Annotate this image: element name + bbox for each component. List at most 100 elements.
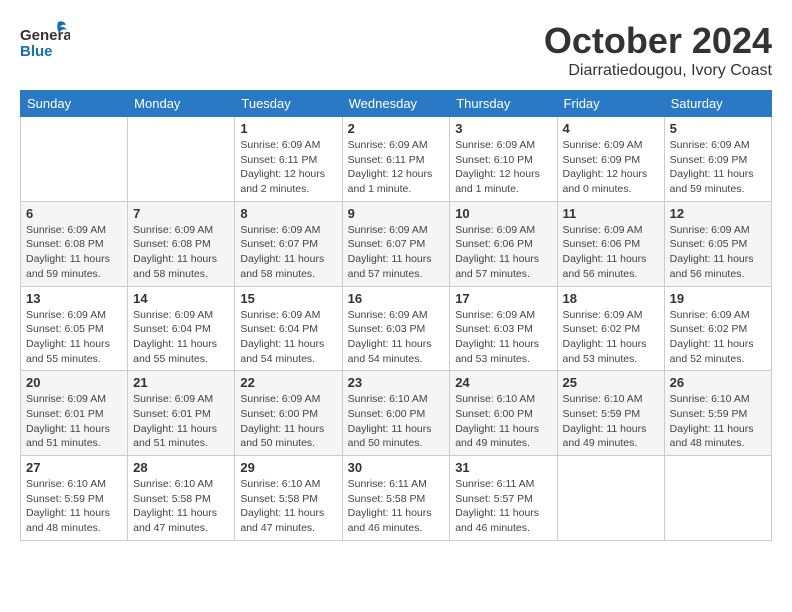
calendar-day-cell: 3 Sunrise: 6:09 AMSunset: 6:10 PMDaylight… [450, 117, 557, 202]
calendar-day-cell: 18 Sunrise: 6:09 AMSunset: 6:02 PMDayligh… [557, 286, 664, 371]
day-info: Sunrise: 6:10 AMSunset: 5:59 PMDaylight:… [26, 477, 122, 536]
day-info: Sunrise: 6:09 AMSunset: 6:11 PMDaylight:… [348, 138, 445, 197]
calendar-day-cell: 23 Sunrise: 6:10 AMSunset: 6:00 PMDayligh… [342, 371, 450, 456]
calendar-day-cell: 11Sunrise: 6:09 AMSunset: 6:06 PMDayligh… [557, 201, 664, 286]
day-info: Sunrise: 6:09 AMSunset: 6:05 PMDaylight:… [670, 223, 766, 282]
calendar-day-cell: 24 Sunrise: 6:10 AMSunset: 6:00 PMDayligh… [450, 371, 557, 456]
weekday-header-cell: Wednesday [342, 91, 450, 117]
calendar-day-cell: 7 Sunrise: 6:09 AMSunset: 6:08 PMDaylight… [128, 201, 235, 286]
day-info: Sunrise: 6:10 AMSunset: 6:00 PMDaylight:… [455, 392, 551, 451]
day-info: Sunrise: 6:09 AMSunset: 6:07 PMDaylight:… [348, 223, 445, 282]
calendar-week-row: 20 Sunrise: 6:09 AMSunset: 6:01 PMDayligh… [21, 371, 772, 456]
calendar-week-row: 13Sunrise: 6:09 AMSunset: 6:05 PMDayligh… [21, 286, 772, 371]
day-info: Sunrise: 6:09 AMSunset: 6:11 PMDaylight:… [240, 138, 336, 197]
day-info: Sunrise: 6:09 AMSunset: 6:10 PMDaylight:… [455, 138, 551, 197]
day-info: Sunrise: 6:10 AMSunset: 5:59 PMDaylight:… [670, 392, 766, 451]
day-number: 4 [563, 121, 659, 136]
day-number: 24 [455, 375, 551, 390]
logo: General Blue [20, 20, 70, 64]
calendar-day-cell: 26 Sunrise: 6:10 AMSunset: 5:59 PMDayligh… [664, 371, 771, 456]
day-number: 16 [348, 291, 445, 306]
calendar-day-cell: 31 Sunrise: 6:11 AMSunset: 5:57 PMDayligh… [450, 456, 557, 541]
day-info: Sunrise: 6:10 AMSunset: 6:00 PMDaylight:… [348, 392, 445, 451]
day-number: 20 [26, 375, 122, 390]
day-number: 31 [455, 460, 551, 475]
calendar-day-cell: 4 Sunrise: 6:09 AMSunset: 6:09 PMDaylight… [557, 117, 664, 202]
day-number: 1 [240, 121, 336, 136]
calendar-day-cell: 13Sunrise: 6:09 AMSunset: 6:05 PMDayligh… [21, 286, 128, 371]
day-info: Sunrise: 6:11 AMSunset: 5:57 PMDaylight:… [455, 477, 551, 536]
day-number: 23 [348, 375, 445, 390]
location: Diarratiedougou, Ivory Coast [544, 62, 772, 80]
weekday-header-cell: Sunday [21, 91, 128, 117]
calendar-day-cell: 28 Sunrise: 6:10 AMSunset: 5:58 PMDayligh… [128, 456, 235, 541]
calendar-day-cell: 17Sunrise: 6:09 AMSunset: 6:03 PMDayligh… [450, 286, 557, 371]
day-info: Sunrise: 6:09 AMSunset: 6:02 PMDaylight:… [563, 308, 659, 367]
calendar-day-cell: 1 Sunrise: 6:09 AMSunset: 6:11 PMDaylight… [235, 117, 342, 202]
day-number: 10 [455, 206, 551, 221]
calendar-day-cell: 6 Sunrise: 6:09 AMSunset: 6:08 PMDaylight… [21, 201, 128, 286]
day-number: 30 [348, 460, 445, 475]
calendar-day-cell: 19 Sunrise: 6:09 AMSunset: 6:02 PMDayligh… [664, 286, 771, 371]
day-info: Sunrise: 6:10 AMSunset: 5:58 PMDaylight:… [133, 477, 229, 536]
logo-bird-svg: General Blue [20, 20, 70, 64]
day-info: Sunrise: 6:09 AMSunset: 6:00 PMDaylight:… [240, 392, 336, 451]
calendar-day-cell: 16 Sunrise: 6:09 AMSunset: 6:03 PMDayligh… [342, 286, 450, 371]
day-info: Sunrise: 6:09 AMSunset: 6:08 PMDaylight:… [133, 223, 229, 282]
day-number: 14 [133, 291, 229, 306]
calendar-body: 1 Sunrise: 6:09 AMSunset: 6:11 PMDaylight… [21, 117, 772, 541]
day-number: 19 [670, 291, 766, 306]
weekday-header-cell: Monday [128, 91, 235, 117]
day-info: Sunrise: 6:09 AMSunset: 6:06 PMDaylight:… [455, 223, 551, 282]
calendar-day-cell: 20 Sunrise: 6:09 AMSunset: 6:01 PMDayligh… [21, 371, 128, 456]
day-number: 17 [455, 291, 551, 306]
day-info: Sunrise: 6:11 AMSunset: 5:58 PMDaylight:… [348, 477, 445, 536]
day-info: Sunrise: 6:09 AMSunset: 6:09 PMDaylight:… [563, 138, 659, 197]
day-info: Sunrise: 6:09 AMSunset: 6:09 PMDaylight:… [670, 138, 766, 197]
calendar-day-cell: 9Sunrise: 6:09 AMSunset: 6:07 PMDaylight… [342, 201, 450, 286]
month-title: October 2024 [544, 20, 772, 62]
day-info: Sunrise: 6:10 AMSunset: 5:59 PMDaylight:… [563, 392, 659, 451]
day-info: Sunrise: 6:09 AMSunset: 6:06 PMDaylight:… [563, 223, 659, 282]
logo-container: General Blue [20, 20, 70, 64]
weekday-header-cell: Thursday [450, 91, 557, 117]
day-info: Sunrise: 6:09 AMSunset: 6:01 PMDaylight:… [133, 392, 229, 451]
calendar-day-cell: 27Sunrise: 6:10 AMSunset: 5:59 PMDayligh… [21, 456, 128, 541]
day-number: 5 [670, 121, 766, 136]
day-number: 2 [348, 121, 445, 136]
calendar-day-cell: 22 Sunrise: 6:09 AMSunset: 6:00 PMDayligh… [235, 371, 342, 456]
day-info: Sunrise: 6:09 AMSunset: 6:05 PMDaylight:… [26, 308, 122, 367]
calendar-day-cell: 29Sunrise: 6:10 AMSunset: 5:58 PMDayligh… [235, 456, 342, 541]
day-number: 6 [26, 206, 122, 221]
calendar-day-cell [128, 117, 235, 202]
day-info: Sunrise: 6:09 AMSunset: 6:01 PMDaylight:… [26, 392, 122, 451]
calendar-day-cell: 15 Sunrise: 6:09 AMSunset: 6:04 PMDayligh… [235, 286, 342, 371]
day-info: Sunrise: 6:09 AMSunset: 6:08 PMDaylight:… [26, 223, 122, 282]
weekday-header-cell: Saturday [664, 91, 771, 117]
weekday-header-cell: Tuesday [235, 91, 342, 117]
day-number: 15 [240, 291, 336, 306]
calendar-day-cell: 25 Sunrise: 6:10 AMSunset: 5:59 PMDayligh… [557, 371, 664, 456]
calendar-week-row: 6 Sunrise: 6:09 AMSunset: 6:08 PMDaylight… [21, 201, 772, 286]
day-number: 26 [670, 375, 766, 390]
day-number: 8 [240, 206, 336, 221]
day-info: Sunrise: 6:09 AMSunset: 6:07 PMDaylight:… [240, 223, 336, 282]
day-number: 28 [133, 460, 229, 475]
day-info: Sunrise: 6:09 AMSunset: 6:04 PMDaylight:… [240, 308, 336, 367]
day-number: 25 [563, 375, 659, 390]
day-number: 7 [133, 206, 229, 221]
calendar-week-row: 27Sunrise: 6:10 AMSunset: 5:59 PMDayligh… [21, 456, 772, 541]
calendar-day-cell [21, 117, 128, 202]
day-number: 12 [670, 206, 766, 221]
day-number: 3 [455, 121, 551, 136]
page-header: General Blue October 2024 Diarratiedougo… [20, 20, 772, 80]
day-number: 18 [563, 291, 659, 306]
day-info: Sunrise: 6:09 AMSunset: 6:04 PMDaylight:… [133, 308, 229, 367]
calendar-day-cell: 21Sunrise: 6:09 AMSunset: 6:01 PMDayligh… [128, 371, 235, 456]
day-info: Sunrise: 6:09 AMSunset: 6:03 PMDaylight:… [348, 308, 445, 367]
day-info: Sunrise: 6:09 AMSunset: 6:02 PMDaylight:… [670, 308, 766, 367]
day-number: 29 [240, 460, 336, 475]
calendar-day-cell: 14 Sunrise: 6:09 AMSunset: 6:04 PMDayligh… [128, 286, 235, 371]
calendar-day-cell: 5 Sunrise: 6:09 AMSunset: 6:09 PMDaylight… [664, 117, 771, 202]
day-number: 22 [240, 375, 336, 390]
